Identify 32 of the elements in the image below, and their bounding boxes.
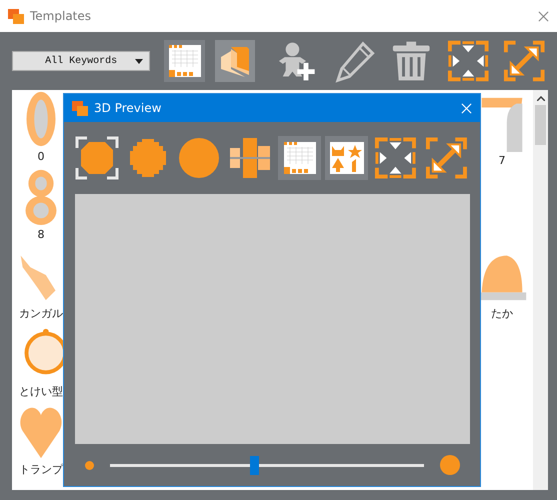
scrollbar-thumb[interactable] [535, 105, 546, 145]
shape-button[interactable] [228, 135, 272, 181]
grid-view-button[interactable] [278, 136, 322, 180]
shape-button[interactable] [75, 135, 120, 181]
keyword-dropdown[interactable]: All Keywords [12, 51, 150, 71]
slider-thumb[interactable] [250, 456, 260, 474]
shape-button[interactable] [176, 135, 222, 181]
app-logo-icon [72, 100, 88, 116]
template-label: とけい型 [19, 384, 63, 399]
scrollbar[interactable] [533, 90, 548, 490]
template-label: トランプ [19, 462, 63, 477]
dialog-title: 3D Preview [94, 101, 162, 115]
expand-icon[interactable] [425, 136, 468, 180]
stickers-button[interactable] [325, 136, 368, 180]
zoom-out-icon[interactable] [85, 460, 94, 470]
expand-icon[interactable] [503, 39, 546, 83]
shrink-icon[interactable] [374, 136, 418, 180]
zoom-in-icon[interactable] [440, 455, 460, 475]
window-title: Templates [30, 9, 92, 23]
template-label: 8 [38, 228, 44, 241]
template-label: カンガル [19, 306, 63, 321]
template-label: 7 [498, 154, 506, 167]
grid-view-button[interactable] [164, 40, 205, 82]
template-label: たか [491, 306, 513, 321]
close-icon[interactable] [538, 10, 549, 22]
3d-view-button[interactable] [214, 40, 256, 82]
caret-icon [135, 58, 144, 64]
pencil-icon[interactable] [334, 39, 376, 83]
shrink-icon[interactable] [446, 39, 490, 83]
template-label: 0 [38, 150, 44, 163]
app-logo-icon [8, 8, 24, 24]
scroll-up-icon[interactable] [536, 96, 544, 101]
